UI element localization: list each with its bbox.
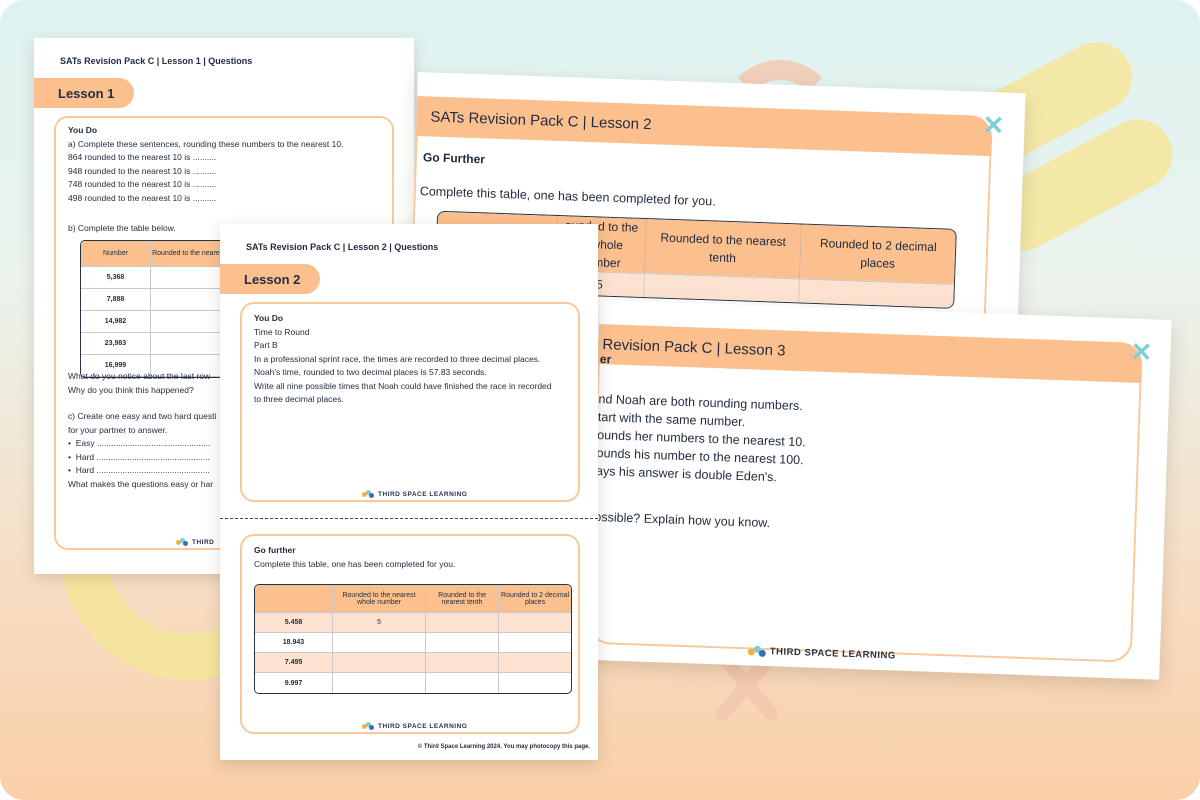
instruction: Complete this table, one has been comple… [254,558,456,569]
table-cell[interactable] [499,633,571,653]
logo: THIRD SPACE LEARNING [362,722,467,730]
bullet-item: • Hard .................................… [68,465,210,475]
sentence-line: 864 rounded to the nearest 10 is .......… [68,152,217,162]
table-cell: 7.495 [255,653,333,673]
notice-question: Why do you think this happened? [68,384,194,395]
table-header: Rounded to the nearest tenth [644,219,803,279]
table-cell[interactable] [426,613,500,633]
notice-question: What do you notice about the last row [68,371,211,381]
problem-line: In a professional sprint race, the times… [254,353,541,364]
table-cell[interactable] [499,613,571,633]
cut-line [220,518,598,519]
rounding-table: Number Rounded to the nearest ten 5,368 … [80,240,240,378]
slide-subtitle: er [599,352,612,367]
table-cell: 7,888 [81,289,151,311]
lesson-tab: Lesson 1 [34,78,134,108]
go-further-box: Go further Complete this table, one has … [240,534,580,734]
table-cell[interactable] [426,653,500,673]
problem-line: Noah's time, rounded to two decimal plac… [254,367,487,377]
question-c: for your partner to answer. [68,424,168,435]
question-c: c) Create one easy and two hard questi [68,411,217,421]
table-header: Rounded to the nearest tenth [426,585,500,613]
section-title: Go further [254,545,296,555]
table-cell: 9.997 [255,673,333,693]
table-cell[interactable] [643,273,801,303]
logo: THIRD SPACE LEARNING [362,490,467,498]
table-cell: 5.458 [255,613,333,633]
bullet-item: • Hard .................................… [68,451,210,462]
table-header [255,585,333,613]
table-cell: 14,982 [81,311,151,333]
copyright-footer: © Third Space Learning 2024. You may pho… [417,744,590,750]
table-cell: 5,368 [81,267,151,289]
close-icon[interactable]: ✕ [982,110,1005,142]
decimals-table: Rounded to the nearest whole number Roun… [254,584,572,694]
table-cell[interactable] [499,653,571,673]
table-header: Rounded to the nearest whole number [333,585,427,613]
table-cell[interactable] [333,633,427,653]
worksheet-lesson-2: SATs Revision Pack C | Lesson 2 | Questi… [220,224,598,760]
page-header: SATs Revision Pack C | Lesson 1 | Questi… [60,56,253,66]
table-cell: 5 [333,613,427,633]
slide-lesson-3: Revision Pack C | Lesson 3 ✕ er nd Noah … [587,300,1172,680]
problem-line: to three decimal places. [254,394,344,404]
table-cell[interactable] [426,633,500,653]
problem-line: Part B [254,340,278,350]
table-header: Number [81,241,151,267]
table-cell: 23,983 [81,333,151,355]
logo-mark [362,490,374,498]
logo: THIRD [176,538,214,546]
bullet-item: • Easy .................................… [68,438,211,448]
you-do-box: You Do Time to Round Part B In a profess… [240,302,580,502]
sentence-line: 748 rounded to the nearest 10 is .......… [68,179,217,189]
table-cell[interactable] [799,278,954,308]
page-header: SATs Revision Pack C | Lesson 2 | Questi… [246,242,439,252]
table-header: Rounded to 2 decimal places [800,224,956,284]
table-cell[interactable] [333,653,427,673]
slide-subtitle: Go Further [422,150,486,167]
section-title: You Do [254,313,284,323]
sentence-line: 498 rounded to the nearest 10 is .......… [68,192,217,203]
question-b: b) Complete the table below. [68,223,176,233]
table-cell: 18.943 [255,633,333,653]
table-cell[interactable] [333,673,427,693]
sentence-line: 948 rounded to the nearest 10 is .......… [68,165,217,176]
table-cell[interactable] [426,673,500,693]
lesson-tab: Lesson 2 [220,264,320,294]
question-a: a) Complete these sentences, rounding th… [68,138,344,149]
close-icon[interactable]: ✕ [1130,337,1153,369]
table-cell[interactable] [499,673,571,693]
section-title: You Do [68,125,98,135]
problem-line: Time to Round [254,326,310,337]
problem-line: Write all nine possible times that Noah … [254,380,552,391]
makes-question: What makes the questions easy or har [68,478,214,489]
table-header: Rounded to 2 decimal places [499,585,571,613]
logo-mark [747,645,766,657]
logo-mark [362,722,374,730]
logo-mark [176,538,188,546]
